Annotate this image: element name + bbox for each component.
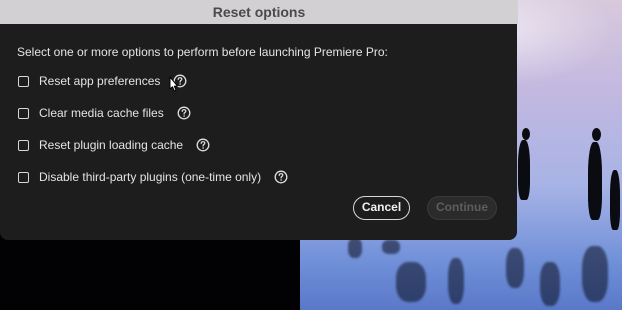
dancer-silhouette	[588, 142, 602, 220]
reset-plugin-cache-checkbox[interactable]	[18, 139, 29, 151]
help-icon[interactable]	[274, 170, 288, 184]
clear-media-cache-checkbox[interactable]	[18, 107, 29, 119]
dancer-silhouette	[610, 170, 620, 230]
option-label: Reset app preferences	[39, 74, 161, 88]
cancel-button[interactable]: Cancel	[353, 196, 410, 220]
help-icon[interactable]	[177, 106, 191, 120]
app-screen: Reset options Select one or more options…	[0, 0, 622, 310]
option-label: Reset plugin loading cache	[39, 138, 184, 152]
help-icon[interactable]	[196, 138, 210, 152]
mouse-pointer-icon	[169, 76, 178, 92]
dancer-silhouette	[592, 128, 601, 141]
option-clear-media-cache[interactable]: Clear media cache files	[18, 105, 191, 121]
reflection-shadow	[506, 248, 524, 288]
continue-button[interactable]: Continue	[427, 196, 497, 220]
reflection-shadow	[540, 262, 560, 306]
option-reset-plugin-cache[interactable]: Reset plugin loading cache	[18, 137, 210, 153]
option-disable-third-party-plugins[interactable]: Disable third-party plugins (one-time on…	[18, 169, 288, 185]
reset-app-preferences-checkbox[interactable]	[18, 75, 29, 87]
reflection-shadow	[582, 246, 608, 302]
reflection-shadow	[448, 258, 464, 304]
dialog-prompt: Select one or more options to perform be…	[17, 45, 388, 59]
splash-dark-panel	[0, 240, 300, 310]
dialog-title: Reset options	[0, 0, 518, 24]
reflection-shadow	[382, 240, 400, 254]
option-reset-app-preferences[interactable]: Reset app preferences	[18, 73, 187, 89]
option-label: Clear media cache files	[39, 106, 164, 120]
reflection-shadow	[396, 262, 426, 302]
reset-options-dialog: Select one or more options to perform be…	[0, 24, 517, 240]
reflection-shadow	[348, 238, 362, 258]
disable-third-party-plugins-checkbox[interactable]	[18, 171, 29, 183]
dancer-silhouette	[522, 128, 530, 140]
dancer-silhouette	[518, 140, 530, 200]
option-label: Disable third-party plugins (one-time on…	[39, 170, 262, 184]
